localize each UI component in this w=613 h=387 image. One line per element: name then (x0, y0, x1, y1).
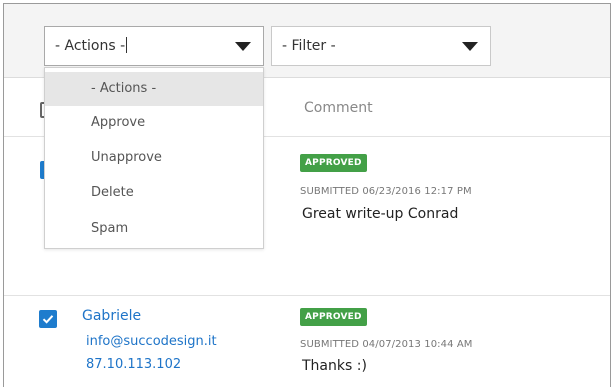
filter-select-value: - Filter - (282, 38, 336, 54)
status-badge: APPROVED (300, 154, 367, 172)
actions-option-approve[interactable]: Approve (45, 106, 263, 140)
submitted-timestamp: SUBMITTED 04/07/2013 10:44 AM (300, 339, 473, 350)
column-header-comment: Comment (304, 100, 373, 116)
chevron-down-icon (462, 42, 478, 51)
filter-select[interactable]: - Filter - (271, 26, 491, 66)
table-row: Gabriele info@succodesign.it 87.10.113.1… (4, 296, 610, 386)
actions-option-spam[interactable]: Spam (45, 212, 263, 246)
chevron-down-icon (235, 42, 251, 51)
actions-option-delete[interactable]: Delete (45, 176, 263, 210)
comment-text: Thanks :) (302, 358, 367, 374)
checkmark-icon (42, 315, 54, 324)
row-checkbox[interactable] (39, 310, 57, 328)
text-cursor (126, 37, 128, 53)
status-badge: APPROVED (300, 308, 367, 326)
actions-option-unapprove[interactable]: Unapprove (45, 141, 263, 175)
actions-dropdown-menu: - Actions - Approve Unapprove Delete Spa… (44, 67, 264, 249)
actions-select-value: - Actions - (55, 38, 126, 54)
actions-select[interactable]: - Actions - (44, 26, 264, 66)
submitted-timestamp: SUBMITTED 06/23/2016 12:17 PM (300, 186, 472, 197)
author-email-link[interactable]: info@succodesign.it (86, 334, 217, 349)
author-ip-link[interactable]: 87.10.113.102 (86, 357, 181, 372)
comment-text: Great write-up Conrad (302, 206, 459, 222)
author-name-link[interactable]: Gabriele (82, 308, 141, 324)
actions-option[interactable]: - Actions - (45, 72, 263, 106)
